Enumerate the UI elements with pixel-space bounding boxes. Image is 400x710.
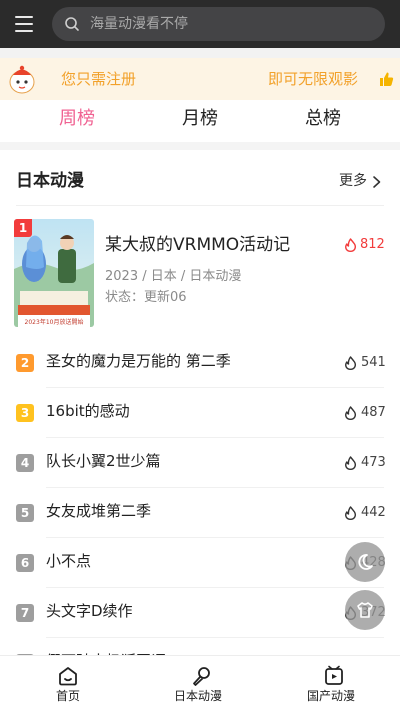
chevron-right-icon[interactable] [371,175,383,189]
list-item-title[interactable]: 小不点 [46,551,91,571]
moon-icon [358,554,373,570]
featured-title[interactable]: 某大叔的VRMMO活动记 [105,234,290,256]
rank-badge: 2 [16,354,34,372]
featured-item[interactable]: 2023年10月放送開始 1 某大叔的VRMMO活动记 2023 / 日本 / … [0,210,400,338]
list-item-title[interactable]: 女友成堆第二季 [46,501,151,521]
rank-badge: 6 [16,554,34,572]
list-item-title[interactable]: 16bit的感动 [46,401,130,421]
rank-badge: 3 [16,404,34,422]
flame-icon [345,356,357,370]
divider [16,205,384,206]
featured-status: 状态：更新06 [105,290,187,305]
tab-month[interactable]: 月榜 [160,108,240,130]
rank-badge: 4 [16,454,34,472]
bottom-nav: 首页 日本动漫 国产动漫 [0,655,400,710]
top-bar: 海量动漫看不停 [0,0,400,48]
rank-badge: 7 [16,604,34,622]
night-mode-button[interactable] [345,542,385,582]
nav-home[interactable]: 首页 [40,656,96,710]
flame-icon [345,456,357,470]
poster-caption: 2023年10月放送開始 [25,318,84,326]
ranking-tabs: 周榜 月榜 总榜 [0,100,400,142]
list-item[interactable]: 2 圣女的魔力是万能的 第二季 541 [0,338,400,388]
list-item[interactable]: 4 队长小翼2世少篇 473 [0,438,400,488]
list-item[interactable]: 7头文字D续作372 [0,588,400,638]
shirt-icon [357,602,373,618]
rank-badge: 1 [14,219,32,237]
list-item[interactable]: 6小不点428 [0,538,400,588]
divider [0,142,400,150]
rank-badge: 5 [16,504,34,522]
header-gap [0,48,400,58]
video-icon [325,665,343,685]
search-input[interactable]: 海量动漫看不停 [52,7,385,41]
flame-icon [345,406,357,420]
thumb-icon [380,72,394,86]
list-item-title[interactable]: 圣女的魔力是万能的 第二季 [46,351,231,371]
tab-total[interactable]: 总榜 [283,108,363,130]
mic-icon [193,667,210,686]
nav-label: 日本动漫 [174,689,223,703]
list-item-title[interactable]: 队长小翼2世少篇 [46,451,161,471]
list-item[interactable]: 5 女友成堆第二季 442 [0,488,400,538]
more-link[interactable]: 更多 [339,172,367,190]
list-item-title[interactable]: 头文字D续作 [46,601,133,621]
flame-icon [345,238,357,252]
skin-button[interactable] [345,590,385,630]
search-icon [65,17,79,31]
featured-meta: 2023 / 日本 / 日本动漫 [105,269,242,284]
heat-count: 473 [361,455,386,470]
heat-count: 541 [361,355,386,370]
banner-text-left: 您只需注册 [61,70,137,88]
tab-week[interactable]: 周榜 [37,108,117,130]
list-item[interactable]: 3 16bit的感动 487 [0,388,400,438]
nav-label: 首页 [56,689,81,703]
nav-japanese-anime[interactable]: 日本动漫 [168,656,234,710]
banner-text-right: 即可无限观影 [268,70,359,88]
menu-icon[interactable] [10,11,38,37]
heat-count: 442 [361,505,386,520]
nav-chinese-anime[interactable]: 国产动漫 [302,656,368,710]
home-icon [59,667,77,686]
flame-icon [345,506,357,520]
nav-label: 国产动漫 [307,689,356,703]
mascot-icon [9,65,35,94]
heat-count: 812 [360,237,385,252]
heat-count: 487 [361,405,386,420]
search-placeholder: 海量动漫看不停 [90,16,188,32]
register-banner[interactable]: 您只需注册 即可无限观影 [0,58,400,100]
section-title: 日本动漫 [16,171,84,191]
